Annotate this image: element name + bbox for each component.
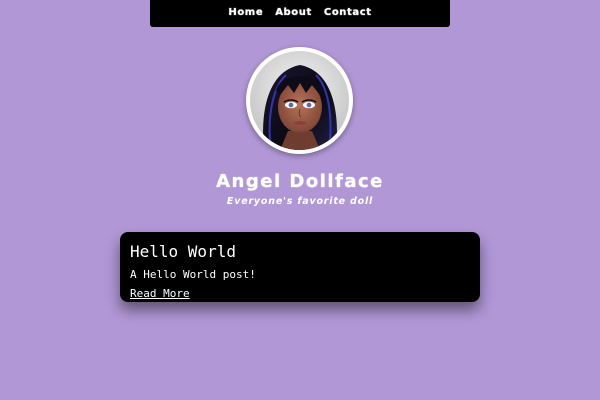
post-title: Hello World xyxy=(130,242,236,261)
nav-link-home[interactable]: Home xyxy=(228,7,263,18)
post-excerpt: A Hello World post! xyxy=(130,268,256,281)
read-more-link[interactable]: Read More xyxy=(130,287,190,301)
site-title: Angel Dollface xyxy=(216,171,384,192)
site-tagline: Everyone's favorite doll xyxy=(226,196,374,207)
top-navigation: Home About Contact xyxy=(150,0,450,27)
nav-link-contact[interactable]: Contact xyxy=(324,7,372,18)
avatar xyxy=(250,51,349,150)
profile-avatar-frame xyxy=(246,47,353,154)
post-card: Hello World A Hello World post! Read Mor… xyxy=(120,232,480,302)
nav-link-about[interactable]: About xyxy=(275,7,312,18)
